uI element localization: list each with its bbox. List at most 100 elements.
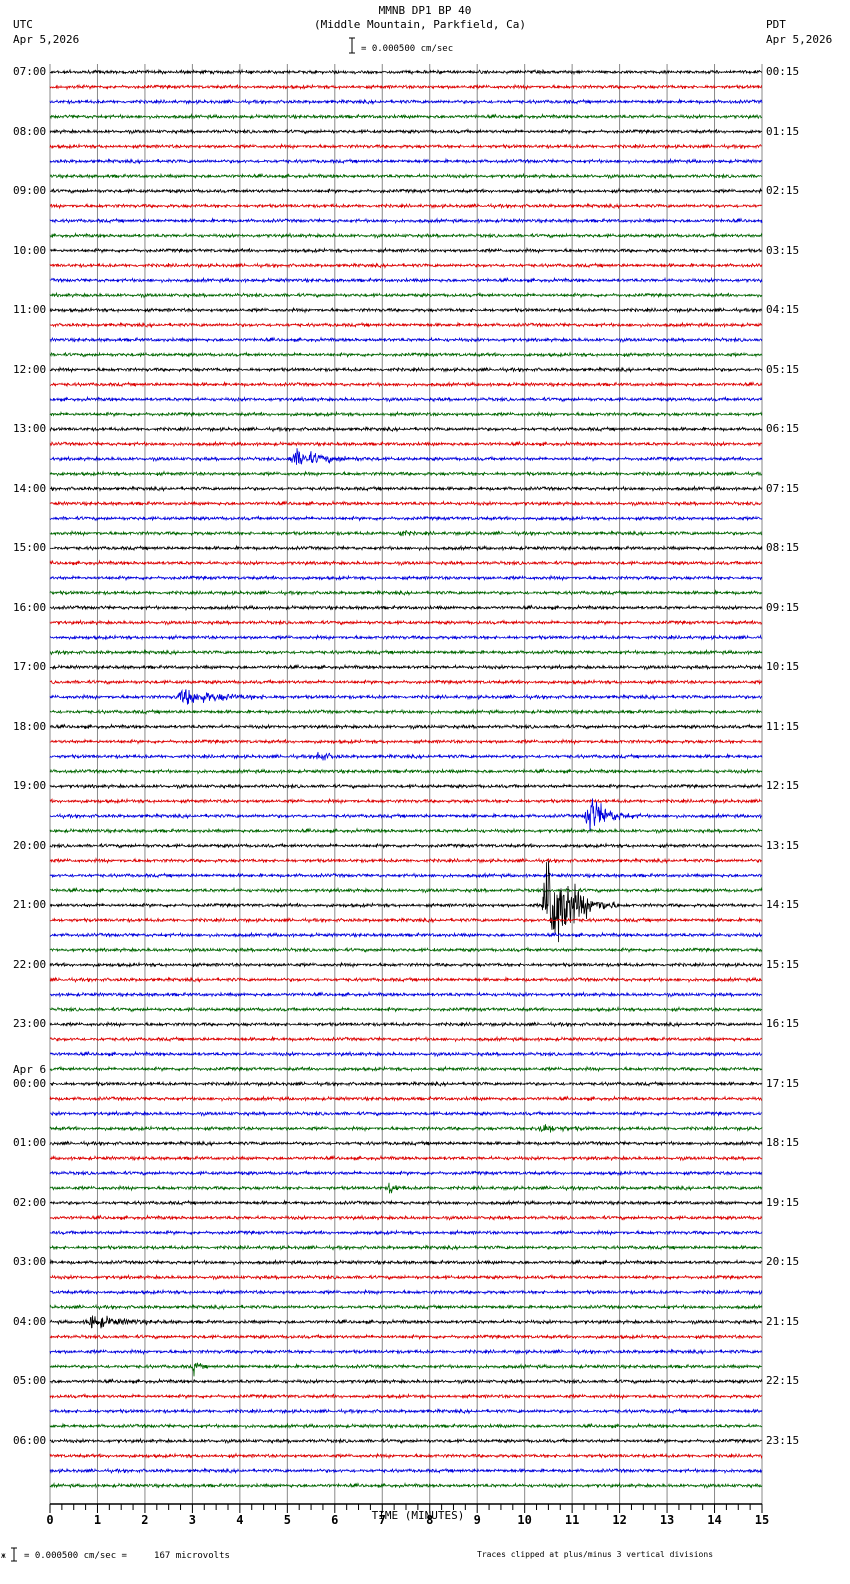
trace-line <box>49 395 763 403</box>
trace-line <box>49 1362 762 1377</box>
trace-line <box>49 1124 763 1133</box>
pdt-hour-label: 11:15 <box>766 719 800 733</box>
x-tick-label: 9 <box>473 1513 481 1527</box>
trace-line <box>49 1080 763 1088</box>
trace-line <box>49 499 762 507</box>
trace-line <box>49 798 763 833</box>
utc-hour-label: 06:00 <box>13 1433 47 1447</box>
trace-line <box>49 1452 763 1460</box>
utc-hour-label: 01:00 <box>13 1136 47 1150</box>
utc-hour-label: 08:00 <box>13 124 47 138</box>
trace-line <box>49 797 763 805</box>
pdt-hour-label: 02:15 <box>766 184 800 198</box>
trace-line <box>49 886 763 894</box>
pdt-hour-label: 15:15 <box>766 957 800 971</box>
x-tick-label: 5 <box>283 1513 291 1527</box>
trace-line <box>49 514 763 522</box>
trace-line <box>49 470 763 478</box>
trace-line <box>49 1050 763 1058</box>
trace-line <box>49 1035 763 1043</box>
trace-line <box>49 1065 763 1073</box>
utc-hour-label: 22:00 <box>13 957 47 971</box>
x-tick-label: 6 <box>331 1513 339 1527</box>
scale-label: = 0.000500 cm/sec <box>361 44 454 54</box>
pdt-hour-label: 08:15 <box>766 541 800 555</box>
utc-hour-label: 18:00 <box>13 719 47 733</box>
pdt-hour-label: 19:15 <box>766 1195 800 1209</box>
trace-line <box>49 1315 763 1329</box>
trace-line <box>49 172 763 180</box>
utc-hour-label: 15:00 <box>13 541 47 555</box>
pdt-date: Apr 5,2026 <box>766 33 833 46</box>
trace-line <box>49 1139 763 1147</box>
trace-line <box>49 1154 763 1162</box>
trace-line <box>49 485 763 493</box>
trace-line <box>49 767 763 775</box>
trace-line <box>49 857 763 865</box>
pdt-hour-label: 00:15 <box>766 65 800 78</box>
trace-line <box>49 976 763 984</box>
trace-line <box>49 738 763 746</box>
trace-line <box>49 425 763 433</box>
pdt-hour-label: 14:15 <box>766 898 800 912</box>
trace-line <box>49 448 763 465</box>
utc-hour-label: 16:00 <box>13 600 47 614</box>
trace-line <box>50 1214 763 1222</box>
trace-line <box>49 782 763 790</box>
x-tick-label: 15 <box>754 1513 770 1527</box>
trace-line <box>49 232 763 239</box>
x-tick-label: 14 <box>707 1513 722 1527</box>
trace-line <box>50 860 763 943</box>
x-tick-label: 2 <box>141 1513 149 1527</box>
utc-hour-label: 17:00 <box>13 660 47 674</box>
x-tick-label: 0 <box>46 1513 54 1527</box>
utc-hour-label: 20:00 <box>13 838 47 852</box>
utc-hour-label: 23:00 <box>13 1017 47 1031</box>
pdt-hour-label: 06:15 <box>766 422 800 436</box>
trace-line <box>49 1169 763 1177</box>
trace-line <box>49 604 763 612</box>
traces <box>49 68 763 1489</box>
pdt-hour-label: 20:15 <box>766 1255 800 1269</box>
trace-line <box>49 1258 763 1266</box>
pdt-hour-label: 23:15 <box>766 1433 800 1447</box>
trace-line <box>49 246 763 255</box>
trace-line <box>49 351 763 359</box>
trace-line <box>49 98 763 106</box>
trace-line <box>49 1303 763 1311</box>
trace-line <box>49 157 763 165</box>
trace-line <box>49 1407 763 1415</box>
trace-line <box>49 1244 763 1251</box>
station-title: MMNB DP1 BP 40 <box>378 4 472 17</box>
trace-line <box>49 633 763 641</box>
pdt-hour-label: 07:15 <box>766 481 800 495</box>
x-tick-label: 10 <box>517 1513 532 1527</box>
trace-line <box>49 589 763 597</box>
x-tick-label: 1 <box>93 1513 102 1527</box>
trace-line <box>49 1095 763 1103</box>
trace-line <box>49 871 763 879</box>
trace-line <box>49 648 763 656</box>
trace-line <box>49 217 763 225</box>
trace-line <box>49 1333 763 1341</box>
trace-line <box>49 1377 763 1385</box>
utc-hour-label: 00:00 <box>13 1076 47 1090</box>
trace-line <box>49 619 763 626</box>
trace-line <box>49 827 763 835</box>
x-tick-label: 13 <box>659 1513 675 1527</box>
x-tick-label: 12 <box>612 1513 627 1527</box>
trace-line <box>49 961 763 969</box>
utc-hour-label: 03:00 <box>13 1255 47 1269</box>
trace-line <box>50 1110 763 1118</box>
trace-line <box>49 931 763 939</box>
station-location: (Middle Mountain, Parkfield, Ca) <box>314 18 526 31</box>
seismogram-plot <box>11 37 763 1562</box>
trace-line <box>49 366 763 374</box>
utc-hour-label: 10:00 <box>13 243 47 257</box>
utc-hour-label: 14:00 <box>13 481 47 495</box>
trace-line <box>49 1482 763 1489</box>
clip-note: Traces clipped at plus/minus 3 vertical … <box>477 1550 714 1559</box>
scale-prefix: ж <box>1 1551 6 1560</box>
pdt-hour-label: 09:15 <box>766 600 800 614</box>
utc-hour-label: 13:00 <box>13 422 47 436</box>
